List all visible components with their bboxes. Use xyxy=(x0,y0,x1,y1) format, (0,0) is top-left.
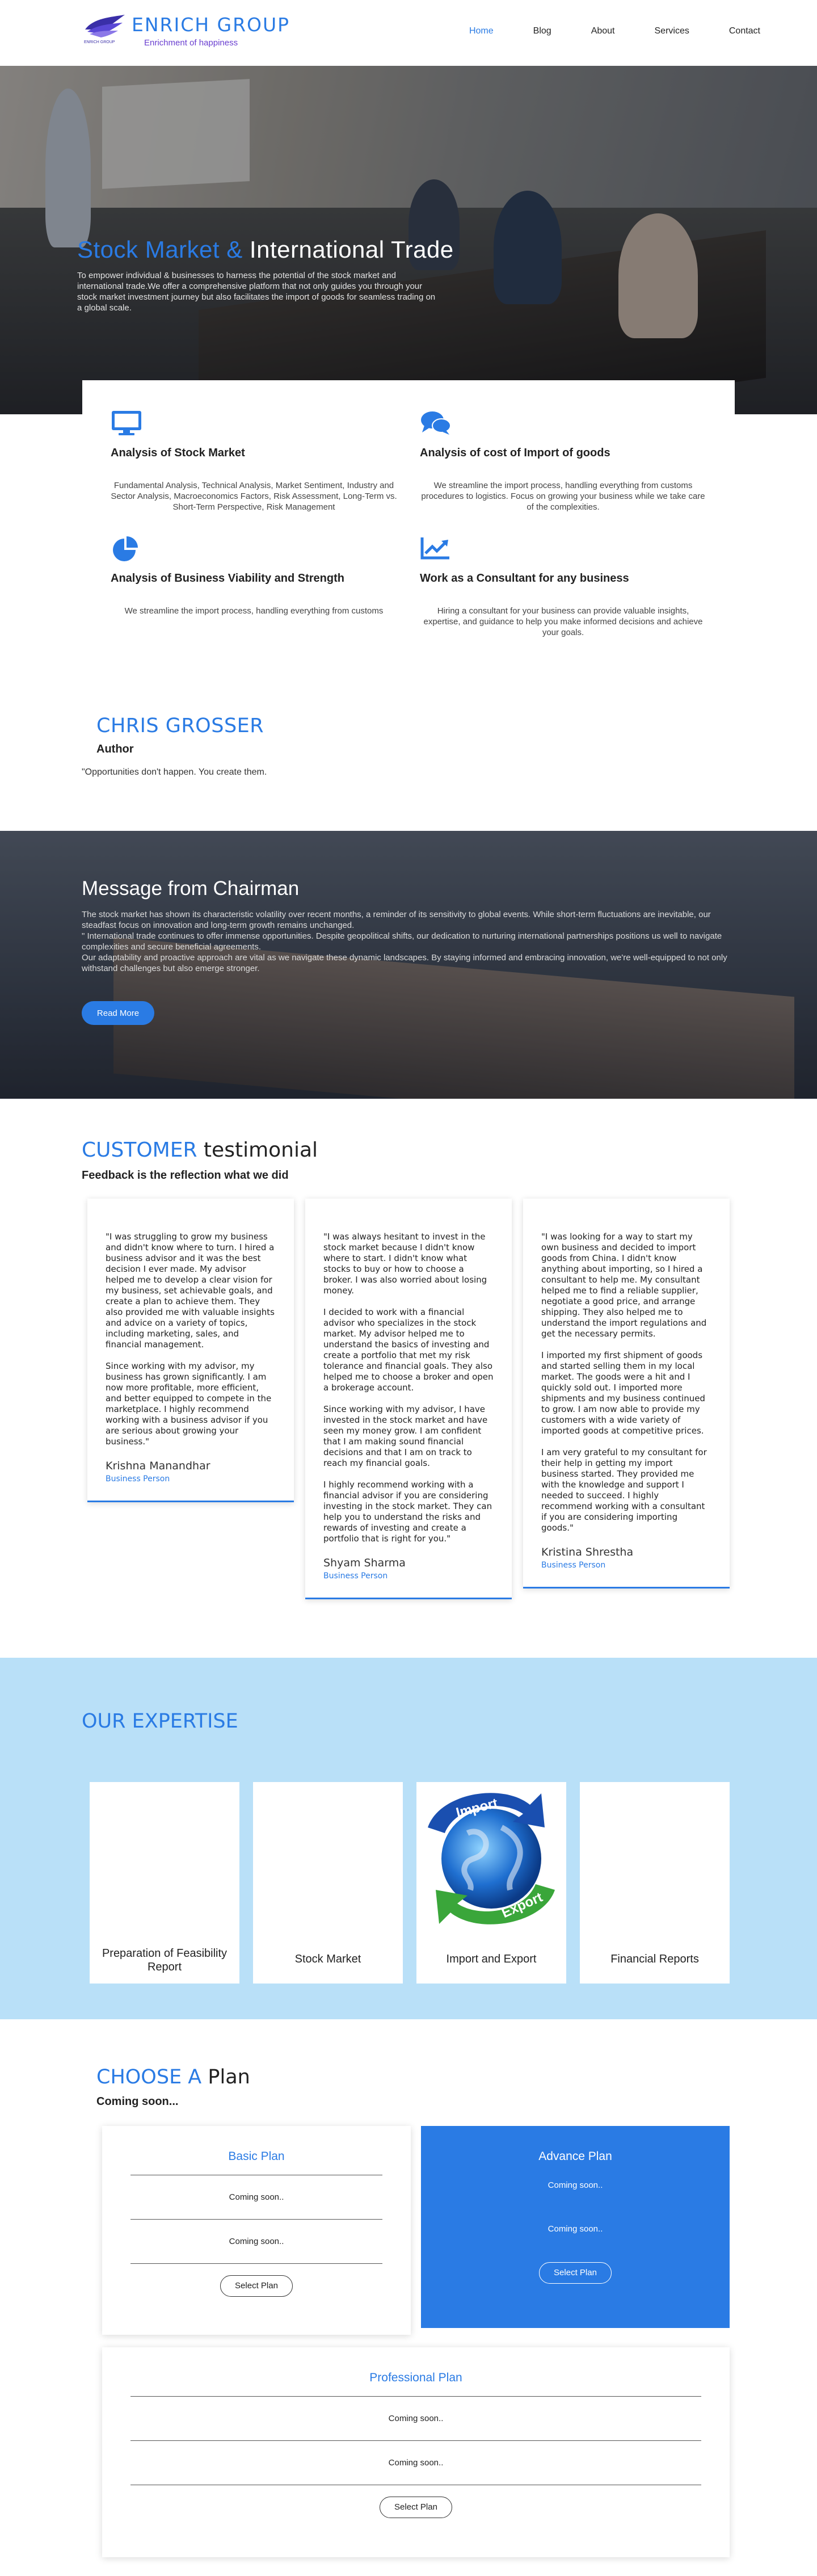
plan-feature: Coming soon.. xyxy=(130,2397,701,2441)
hero-text: To empower individual & businesses to ha… xyxy=(77,271,436,313)
author-quote: "Opportunities don't happen. You create … xyxy=(82,767,267,777)
plan-title: Basic Plan xyxy=(228,2150,285,2163)
monitor-icon xyxy=(112,411,141,435)
expertise-card[interactable]: Preparation of Feasibility Report xyxy=(90,1782,239,1984)
service-title: Analysis of Stock Market xyxy=(111,447,245,459)
expertise-section: OUR EXPERTISE Preparation of Feasibility… xyxy=(0,1658,817,2019)
hero-title-rest: International Trade xyxy=(242,236,454,263)
author-name: CHRIS GROSSER xyxy=(96,715,264,737)
expertise-label: Import and Export xyxy=(446,1953,537,1965)
chairman-text: The stock market has shown its character… xyxy=(82,910,727,973)
plan-feature: Coming soon.. xyxy=(130,2441,701,2485)
testimonial-title-accent: CUSTOMER xyxy=(82,1138,197,1162)
plan-title: Advance Plan xyxy=(538,2150,612,2163)
chat-bubbles-icon xyxy=(421,411,451,435)
nav-services[interactable]: Services xyxy=(655,26,689,36)
main-menu: Home Blog About Services Contact xyxy=(429,26,760,36)
testimonial-subtitle: Feedback is the reflection what we did xyxy=(82,1169,289,1182)
service-card: Work as a Consultant for any business Hi… xyxy=(420,535,706,638)
plan-title: Professional Plan xyxy=(369,2371,462,2384)
plan-feature: Coming soon.. xyxy=(548,2180,603,2190)
plan-card-advance: Advance Plan Coming soon.. Coming soon..… xyxy=(421,2126,730,2328)
plan-card-basic: Basic Plan Coming soon.. Coming soon.. S… xyxy=(102,2126,411,2335)
plans-section: CHOOSE A Plan Coming soon... Basic Plan … xyxy=(0,2019,817,2573)
author-role: Author xyxy=(96,743,134,755)
service-text: We streamline the import process, handli… xyxy=(124,606,384,616)
brand-logo[interactable]: ENRICH GROUP ENRICH GROUP Enrichment of … xyxy=(82,12,290,48)
plan-feature: Coming soon.. xyxy=(130,2175,382,2220)
brand-tagline: Enrichment of happiness xyxy=(144,38,238,48)
service-card: Analysis of Stock Market Fundamental Ana… xyxy=(111,410,397,512)
nav-blog[interactable]: Blog xyxy=(533,26,551,36)
service-title: Analysis of cost of Import of goods xyxy=(420,447,610,459)
hero-title: Stock Market & International Trade xyxy=(77,236,454,263)
testimonial-role: Business Person xyxy=(106,1474,170,1484)
expertise-card[interactable]: Stock Market xyxy=(253,1782,403,1984)
testimonial-quote: "I was always hesitant to invest in the … xyxy=(323,1232,494,1544)
plans-subtitle: Coming soon... xyxy=(96,2095,179,2108)
hero-title-accent: Stock Market & xyxy=(77,236,243,263)
logo-mini-text: ENRICH GROUP xyxy=(84,40,115,44)
hero-banner: Stock Market & International Trade To em… xyxy=(0,66,817,414)
testimonial-title: CUSTOMER testimonial xyxy=(82,1138,318,1162)
top-nav: ENRICH GROUP ENRICH GROUP Enrichment of … xyxy=(0,0,817,66)
plans-title: CHOOSE A Plan xyxy=(96,2066,250,2088)
plan-feature: Coming soon.. xyxy=(548,2224,603,2234)
chairman-title: Message from Chairman xyxy=(82,877,300,900)
select-plan-button[interactable]: Select Plan xyxy=(380,2497,452,2518)
expertise-label: Stock Market xyxy=(294,1953,361,1965)
plans-title-accent: CHOOSE A xyxy=(96,2066,202,2088)
nav-home[interactable]: Home xyxy=(469,26,494,36)
service-text: Hiring a consultant for your business ca… xyxy=(423,606,703,637)
testimonial-quote: "I was looking for a way to start my own… xyxy=(541,1232,707,1533)
nav-about[interactable]: About xyxy=(591,26,615,36)
pie-chart-icon xyxy=(113,536,138,561)
service-text: Fundamental Analysis, Technical Analysis… xyxy=(111,481,397,512)
logo-wings-icon: ENRICH GROUP xyxy=(82,12,127,45)
testimonial-card: "I was struggling to grow my business an… xyxy=(87,1199,294,1502)
services-panel: Analysis of Stock Market Fundamental Ana… xyxy=(82,380,735,661)
testimonial-card: "I was always hesitant to invest in the … xyxy=(305,1199,512,1599)
service-title: Work as a Consultant for any business xyxy=(420,572,629,585)
testimonial-quote: "I was struggling to grow my business an… xyxy=(106,1232,275,1447)
expertise-label: Financial Reports xyxy=(610,1953,699,1965)
read-more-button[interactable]: Read More xyxy=(82,1001,154,1025)
service-card: Analysis of cost of Import of goods We s… xyxy=(420,410,706,512)
testimonial-name: Shyam Sharma xyxy=(323,1557,406,1569)
testimonial-name: Kristina Shrestha xyxy=(541,1546,634,1558)
service-title: Analysis of Business Viability and Stren… xyxy=(111,572,344,585)
service-card: Analysis of Business Viability and Stren… xyxy=(111,535,397,638)
plan-feature: Coming soon.. xyxy=(130,2220,382,2264)
expertise-title: OUR EXPERTISE xyxy=(82,1710,238,1733)
import-export-globe-icon: Import Export xyxy=(428,1793,555,1924)
testimonial-section: CUSTOMER testimonial Feedback is the ref… xyxy=(0,1099,817,1658)
testimonial-name: Krishna Manandhar xyxy=(106,1460,210,1472)
plans-title-rest: Plan xyxy=(201,2066,250,2088)
testimonial-card: "I was looking for a way to start my own… xyxy=(523,1199,730,1589)
plan-card-professional: Professional Plan Coming soon.. Coming s… xyxy=(102,2347,730,2557)
select-plan-button[interactable]: Select Plan xyxy=(539,2262,612,2284)
nav-contact[interactable]: Contact xyxy=(729,26,760,36)
expertise-label: Preparation of Feasibility Report xyxy=(102,1947,228,1973)
select-plan-button[interactable]: Select Plan xyxy=(220,2275,293,2297)
service-text: We streamline the import process, handli… xyxy=(421,481,705,512)
testimonial-role: Business Person xyxy=(541,1561,606,1570)
testimonial-role: Business Person xyxy=(323,1571,388,1581)
testimonial-title-rest: testimonial xyxy=(197,1138,318,1162)
brand-name: ENRICH GROUP xyxy=(132,14,290,36)
expertise-card[interactable]: Financial Reports xyxy=(580,1782,730,1984)
trend-chart-icon xyxy=(420,537,449,560)
author-section: CHRIS GROSSER Author "Opportunities don'… xyxy=(0,661,817,831)
expertise-card[interactable]: Import Export Import and Export xyxy=(416,1782,566,1984)
chairman-section: Message from Chairman The stock market h… xyxy=(0,831,817,1099)
